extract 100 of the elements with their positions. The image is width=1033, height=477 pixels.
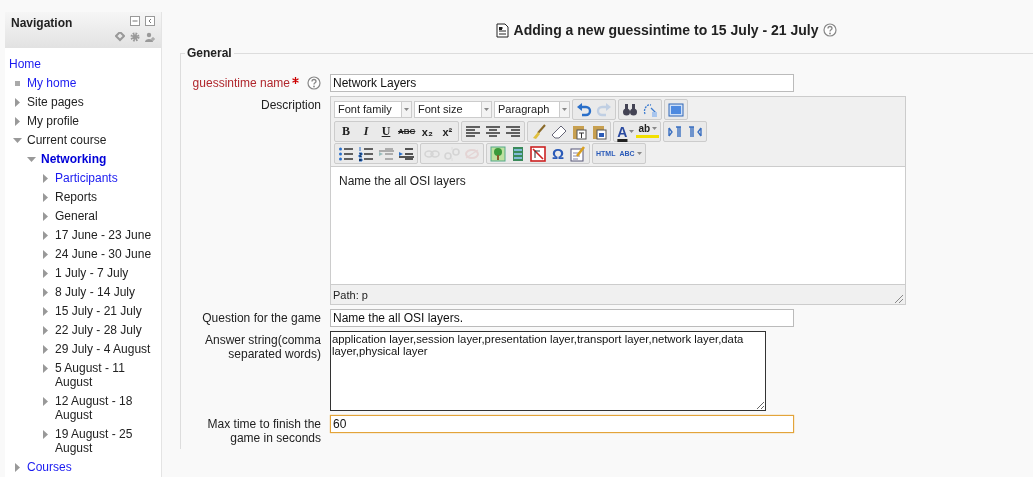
nav-item[interactable]: My profile xyxy=(27,113,79,128)
nav-link[interactable]: My home xyxy=(27,75,77,90)
collapsed-arrow-icon[interactable] xyxy=(41,325,50,335)
collapsed-arrow-icon[interactable] xyxy=(41,306,50,316)
field-label: Description xyxy=(260,98,321,112)
edit-button[interactable] xyxy=(568,144,588,163)
expanded-arrow-icon[interactable] xyxy=(27,154,36,164)
caret-icon xyxy=(636,152,642,155)
numbered-list-button[interactable] xyxy=(356,144,376,163)
underline-button[interactable]: U xyxy=(376,122,396,141)
align-left-icon xyxy=(465,123,482,140)
text-field[interactable]: Name the all OSI layers. xyxy=(330,309,794,327)
edit-icon xyxy=(570,145,586,162)
nav-item[interactable]: 24 June - 30 June xyxy=(55,246,152,261)
dock-icon[interactable] xyxy=(145,16,155,26)
caret-icon xyxy=(629,130,635,133)
minimize-icon[interactable] xyxy=(130,16,140,26)
collapsed-arrow-icon[interactable] xyxy=(41,268,50,278)
no-link-button[interactable] xyxy=(528,144,548,163)
collapsed-arrow-icon[interactable] xyxy=(41,287,50,297)
collapsed-arrow-icon[interactable] xyxy=(41,363,50,373)
element-path: Path: p xyxy=(333,288,368,301)
expanded-arrow-icon[interactable] xyxy=(13,135,22,145)
editor-text[interactable]: Name the all OSI layers xyxy=(339,174,897,188)
dropdown[interactable]: Paragraph xyxy=(494,101,570,118)
help-icon[interactable] xyxy=(823,23,838,37)
collapsed-arrow-icon[interactable] xyxy=(41,230,50,240)
eraser-icon xyxy=(551,123,568,140)
nav-item[interactable]: 12 August - 18 August xyxy=(55,393,157,422)
outdent-icon xyxy=(378,145,394,162)
find-icon xyxy=(622,101,638,118)
nav-item[interactable]: General xyxy=(55,208,98,223)
rtl-icon xyxy=(687,123,704,140)
bullet-list-icon xyxy=(338,145,354,162)
collapsed-arrow-icon[interactable] xyxy=(13,97,22,107)
answer-field[interactable]: application layer,session layer,presentation layer,transport layer,network layer,data layer,physical layer xyxy=(330,331,766,411)
nav-item[interactable]: Site pages xyxy=(27,94,84,109)
collapsed-arrow-icon[interactable] xyxy=(41,396,50,406)
caret-icon xyxy=(652,126,658,130)
nav-item[interactable]: 8 July - 14 July xyxy=(55,284,136,299)
omega-button[interactable]: Ω xyxy=(548,144,568,163)
bullet-icon xyxy=(13,78,22,88)
collapsed-arrow-icon[interactable] xyxy=(13,462,22,472)
nav-item[interactable]: Current course xyxy=(27,132,107,147)
replace-icon xyxy=(642,101,658,118)
page-title: Adding a new guessintime to 15 July - 21 July xyxy=(513,22,819,38)
indent-icon xyxy=(398,145,414,162)
resize-grip-icon[interactable] xyxy=(895,295,903,303)
document-icon xyxy=(495,22,509,38)
align-right-icon xyxy=(505,123,522,140)
nav-link[interactable]: Courses xyxy=(27,459,72,474)
required-icon xyxy=(292,77,299,84)
align-center-icon xyxy=(485,123,502,140)
nav-link[interactable]: Participants xyxy=(55,170,118,185)
sup-button[interactable]: x² xyxy=(437,122,458,141)
move-icon[interactable] xyxy=(115,32,125,42)
collapsed-arrow-icon[interactable] xyxy=(41,173,50,183)
dropdown[interactable]: Font size xyxy=(414,101,492,118)
nav-item[interactable]: 5 August - 11 August xyxy=(55,360,157,389)
nav-item[interactable]: 22 July - 28 July xyxy=(55,322,142,337)
nav-item[interactable]: 17 June - 23 June xyxy=(55,227,152,242)
brush-icon xyxy=(531,123,548,140)
collapsed-arrow-icon[interactable] xyxy=(41,249,50,259)
text-field[interactable]: Network Layers xyxy=(330,74,794,92)
caret-icon xyxy=(484,108,489,111)
strike-button[interactable]: ABC xyxy=(396,122,418,141)
nav-item[interactable]: Reports xyxy=(55,189,98,204)
collapsed-arrow-icon[interactable] xyxy=(41,211,50,221)
nav-link[interactable]: Home xyxy=(9,56,41,71)
nav-item[interactable]: 29 July - 4 August xyxy=(55,341,151,356)
numbered-list-icon xyxy=(358,145,374,162)
field-label: Answer string(comma separated words) xyxy=(203,333,321,361)
no-link-icon xyxy=(530,145,546,162)
text-field[interactable]: 60 xyxy=(330,415,794,433)
collapsed-arrow-icon[interactable] xyxy=(41,192,50,202)
undo-icon xyxy=(576,101,592,118)
user-add-icon[interactable] xyxy=(145,32,155,42)
field-label: Question for the game xyxy=(202,311,321,325)
help-icon[interactable] xyxy=(307,76,321,90)
bold-button[interactable]: B xyxy=(336,122,356,141)
section-legend: General xyxy=(185,46,234,60)
unlink-icon xyxy=(444,145,460,162)
image-button[interactable] xyxy=(488,144,508,163)
nav-item[interactable]: 15 July - 21 July xyxy=(55,303,142,318)
nav-link[interactable]: Networking xyxy=(41,151,107,166)
italic-button[interactable]: I xyxy=(356,122,376,141)
dropdown[interactable]: Font family xyxy=(334,101,412,118)
collapsed-arrow-icon[interactable] xyxy=(13,116,22,126)
caret-icon xyxy=(404,108,409,111)
paste-text-icon xyxy=(571,123,588,140)
sub-button[interactable]: x₂ xyxy=(417,122,438,141)
nav-item[interactable]: 19 August - 25 August xyxy=(55,426,157,455)
nav-item[interactable]: 1 July - 7 July xyxy=(55,265,129,280)
highlight-button[interactable]: ab xyxy=(636,122,660,138)
collapsed-arrow-icon[interactable] xyxy=(41,429,50,439)
settings-icon[interactable] xyxy=(130,32,140,42)
collapsed-arrow-icon[interactable] xyxy=(41,344,50,354)
block-title: Navigation xyxy=(11,16,73,32)
ltr-icon xyxy=(667,123,684,140)
text-color-button[interactable]: A xyxy=(615,122,637,141)
